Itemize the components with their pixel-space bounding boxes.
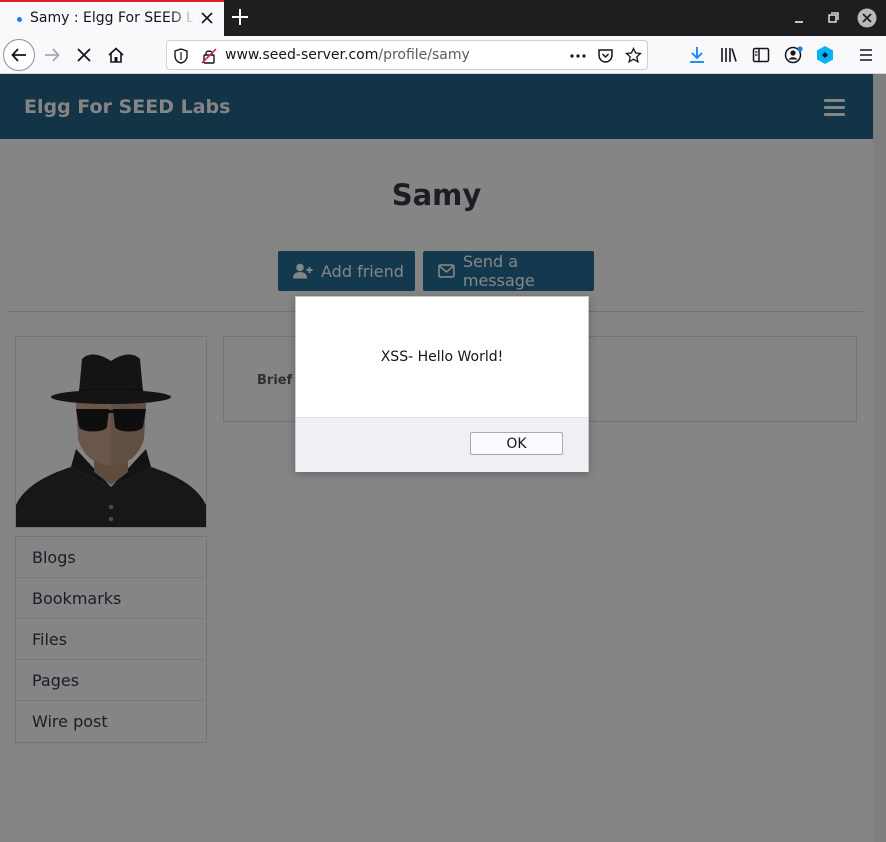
- back-arrow-icon: [11, 48, 26, 62]
- home-icon: [108, 47, 124, 63]
- window-close-icon[interactable]: [857, 8, 877, 28]
- account-icon[interactable]: [784, 45, 804, 65]
- back-button[interactable]: [3, 39, 35, 71]
- app-menu-icon[interactable]: [857, 46, 875, 64]
- tab-bar: Samy : Elgg For SEED Labs: [0, 0, 886, 36]
- stop-icon: [77, 48, 91, 62]
- alert-message: XSS- Hello World!: [380, 349, 504, 365]
- sidebar-toggle-icon[interactable]: [752, 46, 770, 64]
- url-bar[interactable]: www.seed-server.com/profile/samy: [166, 40, 648, 70]
- minimize-icon[interactable]: [790, 9, 808, 27]
- extension-icon[interactable]: [816, 45, 834, 65]
- forward-button[interactable]: [37, 40, 67, 70]
- stop-button[interactable]: [69, 40, 99, 70]
- library-icon[interactable]: [720, 46, 738, 64]
- bookmark-star-icon[interactable]: [625, 47, 642, 64]
- home-button[interactable]: [101, 40, 131, 70]
- pocket-icon[interactable]: [597, 47, 614, 64]
- shield-icon[interactable]: [174, 48, 188, 64]
- forward-arrow-icon: [45, 48, 60, 62]
- restore-icon[interactable]: [824, 9, 842, 27]
- loading-dot-icon: [17, 17, 22, 22]
- tab-title: Samy : Elgg For SEED Labs: [30, 10, 195, 26]
- alert-dialog: XSS- Hello World! OK: [295, 296, 589, 472]
- active-tab[interactable]: Samy : Elgg For SEED Labs: [0, 0, 224, 36]
- alert-footer: OK: [296, 417, 588, 472]
- tab-close-icon[interactable]: [198, 9, 216, 27]
- insecure-lock-icon[interactable]: [201, 48, 217, 64]
- navigation-toolbar: www.seed-server.com/profile/samy: [0, 36, 886, 74]
- url-text[interactable]: www.seed-server.com/profile/samy: [225, 47, 470, 63]
- url-host: www.seed-server.com: [225, 47, 379, 63]
- url-path: /profile/samy: [378, 47, 470, 63]
- new-tab-icon[interactable]: [230, 7, 250, 27]
- downloads-icon[interactable]: [688, 46, 706, 64]
- page-actions-icon[interactable]: [569, 53, 587, 59]
- ok-button[interactable]: OK: [470, 432, 563, 455]
